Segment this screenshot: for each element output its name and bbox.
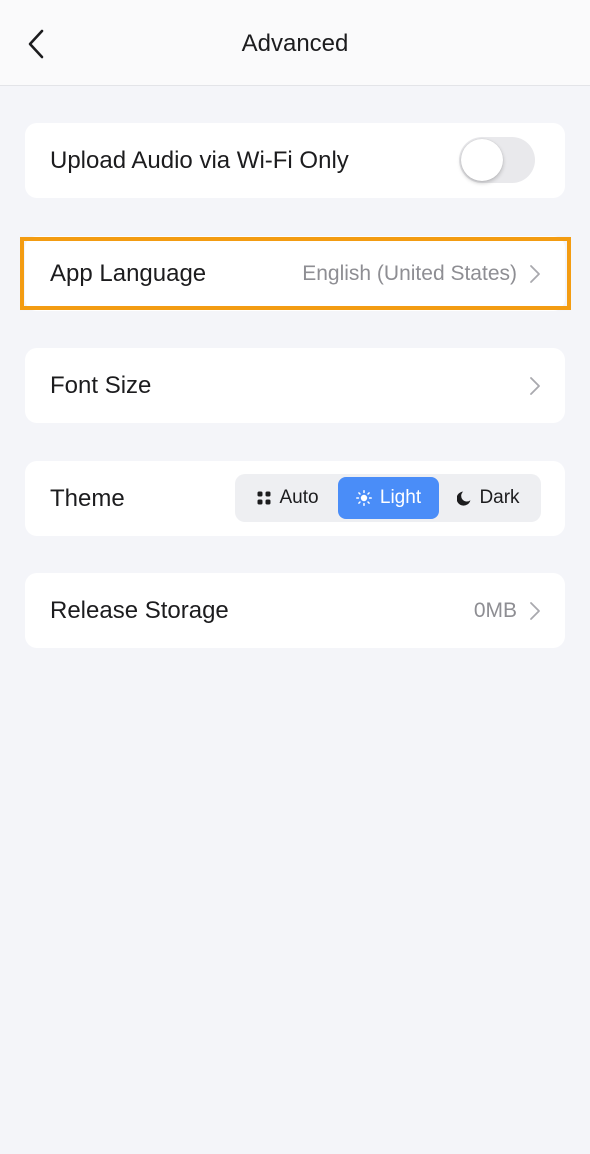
page-title: Advanced [241, 30, 349, 57]
release-storage-row[interactable]: Release Storage 0MB [25, 573, 565, 648]
theme-option-light[interactable]: Light [338, 477, 439, 519]
theme-row: Theme Auto Light Dark [25, 461, 565, 536]
app-language-value: English (United States) [302, 261, 517, 285]
theme-option-auto[interactable]: Auto [238, 477, 338, 519]
sun-icon [355, 490, 372, 506]
app-language-row[interactable]: App Language English (United States) [25, 236, 565, 311]
navigation-bar: Advanced [0, 0, 590, 86]
upload-audio-toggle[interactable] [459, 137, 535, 183]
toggle-knob [461, 139, 503, 181]
upload-audio-label: Upload Audio via Wi-Fi Only [50, 147, 349, 174]
theme-option-label: Light [379, 487, 422, 508]
app-language-label: App Language [50, 260, 207, 287]
release-storage-label: Release Storage [50, 597, 229, 624]
chevron-right-icon [530, 601, 540, 620]
upload-audio-row: Upload Audio via Wi-Fi Only [25, 123, 565, 198]
font-size-label: Font Size [50, 372, 152, 399]
theme-option-dark[interactable]: Dark [439, 477, 538, 519]
moon-icon [457, 491, 471, 506]
theme-label: Theme [50, 485, 125, 512]
chevron-right-icon [530, 376, 540, 395]
chevron-right-icon [530, 264, 540, 283]
theme-option-label: Auto [279, 487, 319, 508]
grid-dots-icon [257, 491, 271, 505]
theme-segmented-control: Auto Light Dark [235, 474, 541, 522]
font-size-row[interactable]: Font Size [25, 348, 565, 423]
release-storage-value: 0MB [473, 598, 517, 622]
theme-option-label: Dark [479, 487, 520, 508]
